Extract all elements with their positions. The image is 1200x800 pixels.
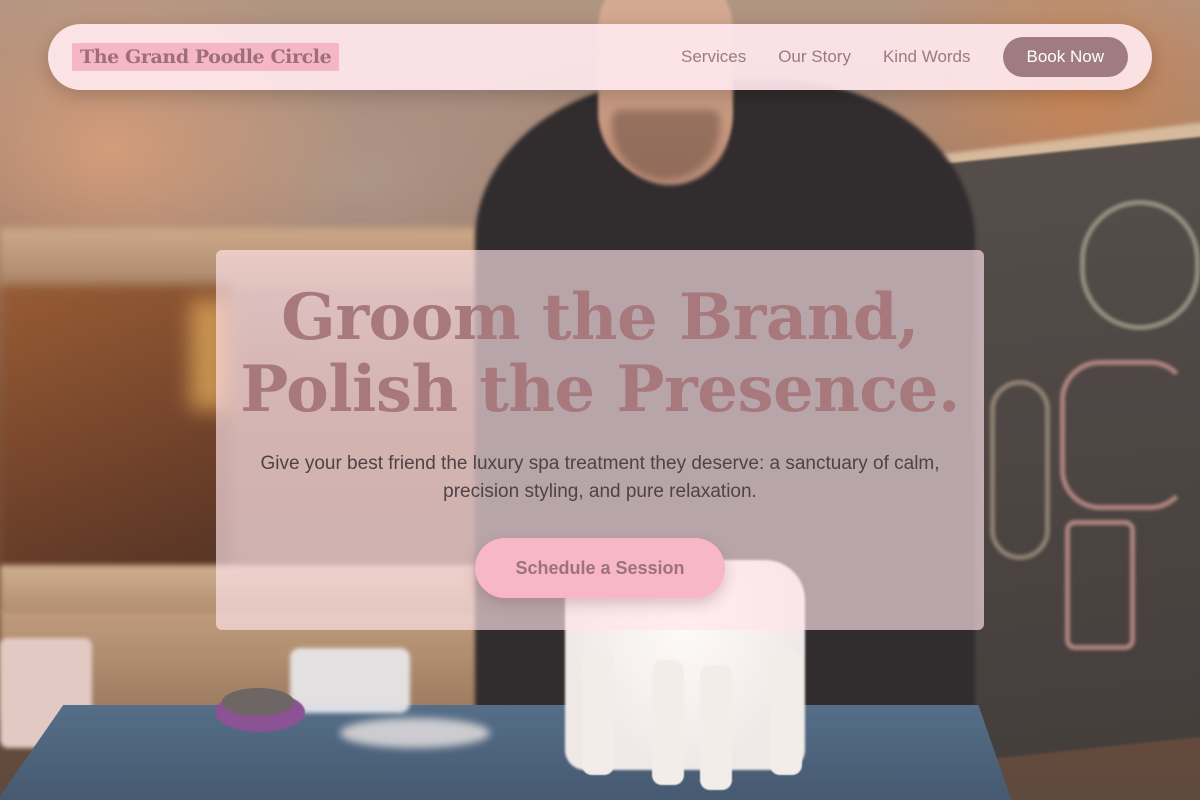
hero-title: Groom the Brand, Polish the Presence. (216, 282, 984, 426)
schedule-session-button[interactable]: Schedule a Session (475, 538, 725, 598)
nav-link-our-story[interactable]: Our Story (778, 47, 851, 67)
nav-link-services[interactable]: Services (681, 47, 746, 67)
hero-title-line-2: Polish the Presence. (240, 352, 960, 427)
book-now-button[interactable]: Book Now (1002, 37, 1128, 77)
hero-subtitle: Give your best friend the luxury spa tre… (260, 453, 940, 502)
nav-links: Services Our Story Kind Words Book Now (681, 37, 1128, 77)
hero-title-line-1: Groom the Brand, (281, 280, 919, 355)
top-navbar: The Grand Poodle Circle Services Our Sto… (48, 24, 1152, 90)
brand-logo[interactable]: The Grand Poodle Circle (72, 43, 340, 71)
nav-link-kind-words[interactable]: Kind Words (883, 47, 971, 67)
hero-card: Groom the Brand, Polish the Presence. Gi… (216, 250, 984, 630)
